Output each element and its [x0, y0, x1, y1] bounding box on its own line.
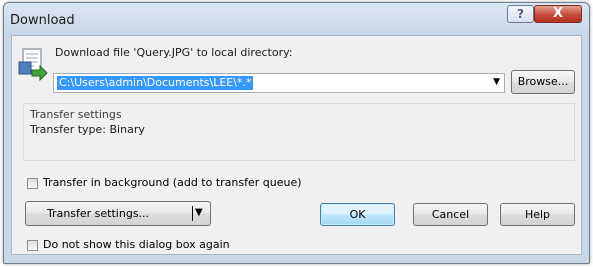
transfer-settings-title: Transfer settings: [30, 108, 122, 121]
transfer-settings-button[interactable]: Transfer settings...: [25, 201, 189, 226]
transfer-settings-dropdown[interactable]: ▼: [188, 201, 211, 226]
browse-button[interactable]: Browse...: [511, 70, 575, 94]
question-icon: ?: [517, 7, 524, 21]
transfer-type-text: Transfer type: Binary: [30, 123, 145, 136]
title-bar[interactable]: Download ? X: [4, 3, 589, 35]
download-label: Download file 'Query.JPG' to local direc…: [55, 46, 293, 59]
dropdown-arrow-icon: ▼: [195, 207, 203, 218]
dialog-body: Download file 'Query.JPG' to local direc…: [11, 35, 582, 255]
window-title: Download: [10, 13, 75, 28]
transfer-background-label[interactable]: Transfer in background (add to transfer …: [43, 176, 302, 189]
help-caption-button[interactable]: ?: [507, 5, 534, 23]
do-not-show-checkbox[interactable]: [27, 240, 38, 251]
transfer-background-checkbox[interactable]: [27, 178, 38, 189]
transfer-settings-panel: Transfer settings Transfer type: Binary: [23, 103, 575, 161]
download-file-icon: [18, 48, 48, 82]
close-button[interactable]: X: [534, 5, 582, 23]
ok-button[interactable]: OK: [320, 203, 395, 226]
local-directory-combobox[interactable]: C:\Users\admin\Documents\LEE\*.* ▼: [53, 73, 505, 93]
dropdown-separator: [192, 206, 193, 221]
transfer-settings-label: Transfer settings...: [46, 207, 150, 220]
local-directory-value[interactable]: C:\Users\admin\Documents\LEE\*.*: [57, 76, 254, 90]
help-button[interactable]: Help: [500, 203, 575, 226]
chevron-down-icon[interactable]: ▼: [493, 77, 500, 87]
download-dialog: Download ? X Download file 'Query.JPG' t…: [3, 2, 590, 264]
close-icon: X: [553, 6, 564, 21]
do-not-show-label[interactable]: Do not show this dialog box again: [43, 238, 230, 251]
cancel-button[interactable]: Cancel: [413, 203, 488, 226]
